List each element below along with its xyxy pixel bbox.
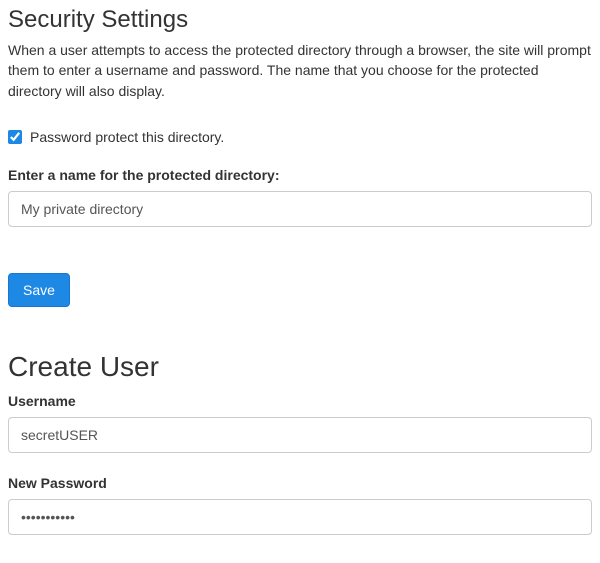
security-settings-description: When a user attempts to access the prote…: [8, 40, 592, 101]
directory-name-block: Enter a name for the protected directory…: [8, 167, 592, 227]
create-user-heading: Create User: [8, 351, 592, 383]
username-label: Username: [8, 393, 592, 409]
password-protect-checkbox[interactable]: [8, 130, 22, 144]
directory-name-input[interactable]: [8, 191, 592, 227]
new-password-input[interactable]: [8, 499, 592, 535]
username-block: Username: [8, 393, 592, 453]
password-protect-row: Password protect this directory.: [8, 129, 592, 145]
security-settings-heading: Security Settings: [8, 6, 592, 34]
username-input[interactable]: [8, 417, 592, 453]
password-block: New Password: [8, 475, 592, 535]
directory-name-label: Enter a name for the protected directory…: [8, 167, 592, 183]
password-protect-label: Password protect this directory.: [30, 129, 224, 145]
new-password-label: New Password: [8, 475, 592, 491]
save-button[interactable]: Save: [8, 273, 70, 307]
